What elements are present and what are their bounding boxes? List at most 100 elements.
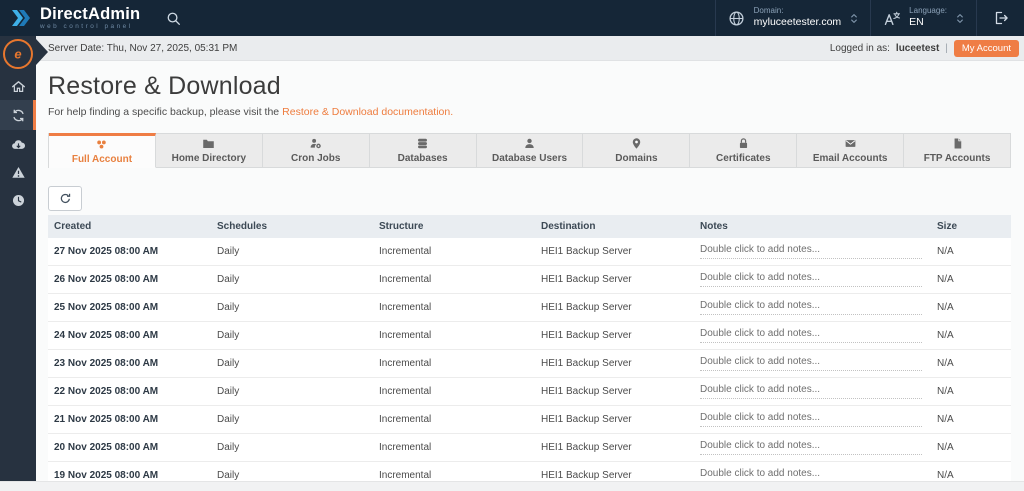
server-date: Server Date: Thu, Nov 27, 2025, 05:31 PM — [48, 42, 238, 54]
status-bar: Server Date: Thu, Nov 27, 2025, 05:31 PM… — [0, 36, 1024, 61]
cell-created: 21 Nov 2025 08:00 AM — [48, 405, 211, 434]
table-row[interactable]: 24 Nov 2025 08:00 AM Daily Incremental HEI1… — [48, 321, 1011, 350]
language-value: EN — [909, 16, 924, 29]
cell-notes: Double click to add notes... — [694, 321, 931, 350]
sidebar-item-warning[interactable] — [0, 158, 36, 186]
brand-chevrons-icon — [9, 7, 33, 29]
globe-icon — [728, 10, 745, 27]
refresh-button[interactable] — [48, 186, 82, 211]
tab-label: Cron Jobs — [291, 153, 341, 164]
brand-name: DirectAdmin — [40, 4, 141, 23]
table-row[interactable]: 26 Nov 2025 08:00 AM Daily Incremental HEI1… — [48, 265, 1011, 294]
my-account-button[interactable]: My Account — [953, 39, 1019, 57]
brand-tagline: web control panel — [40, 23, 133, 31]
tab-label: Certificates — [716, 153, 771, 164]
column-header-size: Size — [931, 215, 1011, 238]
lock-icon — [737, 137, 750, 150]
table-header-row: Created Schedules Structure Destination Note… — [48, 215, 1011, 238]
tab-label: Full Account — [71, 154, 133, 165]
table-row[interactable]: 25 Nov 2025 08:00 AM Daily Incremental HEI1… — [48, 293, 1011, 322]
logged-in-username: luceetest — [895, 42, 940, 54]
help-text: For help finding a specific backup, plea… — [48, 106, 453, 118]
cloud-download-icon — [11, 137, 26, 152]
column-header-structure: Structure — [373, 215, 535, 238]
app-logo[interactable]: e — [3, 39, 33, 69]
cell-destination: HEI1 Backup Server — [535, 377, 694, 406]
translate-icon — [883, 10, 901, 27]
language-text: Language: EN — [909, 6, 947, 29]
table-row[interactable]: 20 Nov 2025 08:00 AM Daily Incremental HEI1… — [48, 433, 1011, 462]
tab-bar: Full Account Home Directory Cron Jobs Datab… — [48, 133, 1011, 168]
table-row[interactable]: 22 Nov 2025 08:00 AM Daily Incremental HEI1… — [48, 377, 1011, 406]
notes-placeholder[interactable]: Double click to add notes... — [700, 272, 922, 287]
language-selector[interactable]: Language: EN — [870, 0, 976, 36]
database-user-icon — [523, 137, 536, 150]
cell-notes: Double click to add notes... — [694, 405, 931, 434]
tab-cron-jobs[interactable]: Cron Jobs — [262, 133, 370, 168]
cell-created: 27 Nov 2025 08:00 AM — [48, 238, 211, 266]
tab-databases[interactable]: Databases — [369, 133, 477, 168]
directadmin-app: DirectAdmin web control panel Domain: my… — [0, 0, 1024, 491]
home-icon — [11, 79, 26, 94]
notes-placeholder[interactable]: Double click to add notes... — [700, 440, 922, 455]
cell-notes: Double click to add notes... — [694, 377, 931, 406]
tab-email-accounts[interactable]: Email Accounts — [797, 133, 905, 168]
cell-destination: HEI1 Backup Server — [535, 265, 694, 294]
status-right: Logged in as: luceetest | My Account — [830, 39, 1024, 57]
domain-value: myluceetester.com — [753, 16, 842, 29]
notes-placeholder[interactable]: Double click to add notes... — [700, 244, 922, 259]
cell-size: N/A — [931, 238, 1011, 266]
notes-placeholder[interactable]: Double click to add notes... — [700, 356, 922, 371]
restore-sync-icon — [11, 108, 26, 123]
sidebar-item-clock[interactable] — [0, 186, 36, 214]
search-button[interactable] — [152, 0, 194, 36]
tab-home-directory[interactable]: Home Directory — [155, 133, 263, 168]
cell-created: 20 Nov 2025 08:00 AM — [48, 433, 211, 462]
tab-full-account[interactable]: Full Account — [49, 133, 156, 168]
tab-domains[interactable]: Domains — [583, 133, 691, 168]
notes-placeholder[interactable]: Double click to add notes... — [700, 300, 922, 315]
table-row[interactable]: 23 Nov 2025 08:00 AM Daily Incremental HEI1… — [48, 349, 1011, 378]
cell-schedules: Daily — [211, 433, 373, 462]
tab-database-users[interactable]: Database Users — [476, 133, 584, 168]
notes-placeholder[interactable]: Double click to add notes... — [700, 328, 922, 343]
help-prefix: For help finding a specific backup, plea… — [48, 106, 280, 118]
cell-schedules: Daily — [211, 265, 373, 294]
horizontal-scrollbar[interactable] — [0, 481, 1024, 491]
main-content: Restore & Download For help finding a sp… — [36, 60, 1024, 491]
cell-created: 23 Nov 2025 08:00 AM — [48, 349, 211, 378]
sidebar-item-cloud-download[interactable] — [0, 130, 36, 158]
sidebar-item-home[interactable] — [0, 72, 36, 100]
table-row[interactable]: 21 Nov 2025 08:00 AM Daily Incremental HEI1… — [48, 405, 1011, 434]
location-pin-icon — [630, 137, 643, 150]
cell-schedules: Daily — [211, 349, 373, 378]
refresh-icon — [59, 192, 72, 205]
table-row[interactable]: 27 Nov 2025 08:00 AM Daily Incremental HEI1… — [48, 238, 1011, 266]
directadmin-logo[interactable]: DirectAdmin web control panel — [0, 0, 144, 36]
notes-placeholder[interactable]: Double click to add notes... — [700, 384, 922, 399]
notes-placeholder[interactable]: Double click to add notes... — [700, 412, 922, 427]
cell-created: 24 Nov 2025 08:00 AM — [48, 321, 211, 350]
chevron-updown-icon — [850, 12, 858, 25]
database-icon — [416, 137, 429, 150]
cell-destination: HEI1 Backup Server — [535, 321, 694, 350]
cell-structure: Incremental — [373, 349, 535, 378]
brand-text: DirectAdmin web control panel — [40, 6, 140, 31]
documentation-link[interactable]: Restore & Download documentation. — [282, 106, 453, 118]
svg-text:e: e — [14, 47, 21, 62]
cell-structure: Incremental — [373, 377, 535, 406]
domain-selector[interactable]: Domain: myluceetester.com — [714, 0, 871, 36]
column-header-notes: Notes — [694, 215, 931, 238]
envelope-icon — [844, 137, 857, 150]
sidebar-item-restore-sync[interactable] — [0, 100, 36, 130]
cell-created: 25 Nov 2025 08:00 AM — [48, 293, 211, 322]
logout-button[interactable] — [976, 0, 1024, 36]
tab-ftp-accounts[interactable]: FTP Accounts — [904, 133, 1011, 168]
cell-structure: Incremental — [373, 238, 535, 266]
cell-size: N/A — [931, 265, 1011, 294]
cell-size: N/A — [931, 433, 1011, 462]
tab-certificates[interactable]: Certificates — [690, 133, 798, 168]
tab-label: Email Accounts — [812, 153, 888, 164]
cell-destination: HEI1 Backup Server — [535, 238, 694, 266]
